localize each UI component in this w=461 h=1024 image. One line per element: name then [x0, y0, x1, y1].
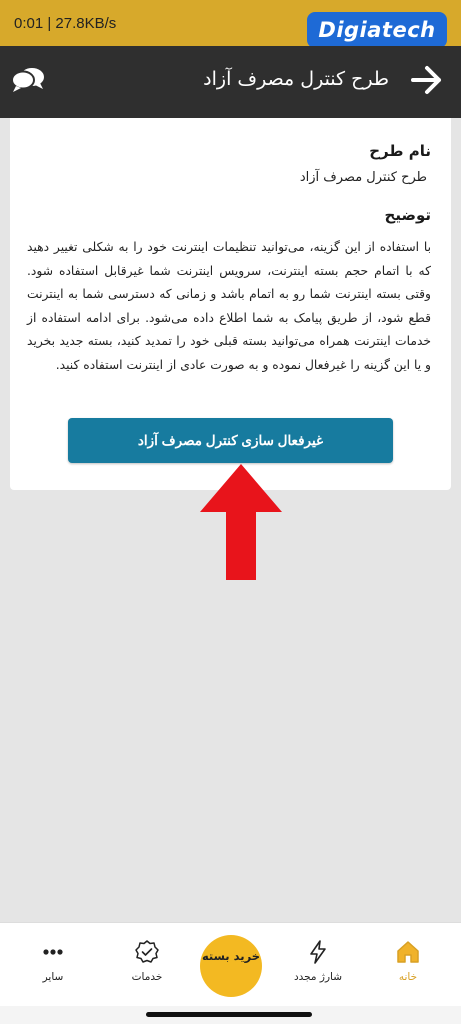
plan-name-value: طرح کنترل مصرف آزاد [299, 170, 427, 185]
lightning-icon [310, 940, 326, 964]
chat-bubbles-icon[interactable] [10, 64, 46, 96]
plan-name-label: نام طرح [369, 142, 431, 160]
home-icon [397, 941, 419, 963]
description-label: توضیح [384, 206, 431, 224]
nav-label-services: خدمات [131, 971, 163, 983]
nav-item-recharge[interactable]: شارژ مجدد [278, 939, 358, 983]
nav-item-services[interactable]: خدمات [107, 939, 187, 983]
buy-package-button[interactable]: خرید بسته [200, 935, 262, 997]
badge-check-icon [135, 940, 159, 963]
back-arrow-icon[interactable] [407, 60, 447, 100]
plan-card: نام طرح طرح کنترل مصرف آزاد توضیح با است… [10, 118, 451, 490]
bottom-navigation: خانه شارژ مجدد خرید بسته خدمات سایر [0, 922, 461, 1006]
red-annotation-arrow [200, 464, 282, 580]
status-time-speed: 0:01 | 27.8KB/s [14, 15, 117, 32]
nav-item-more[interactable]: سایر [13, 939, 93, 983]
status-bar: 0:01 | 27.8KB/s Digiatech [0, 0, 461, 48]
page-title: طرح کنترل مصرف آزاد [203, 68, 389, 90]
description-text: با استفاده از این گزینه، می‌توانید تنظیم… [27, 240, 431, 372]
more-dots-icon [43, 949, 63, 955]
watermark-logo: Digiatech [307, 12, 447, 48]
nav-item-home[interactable]: خانه [368, 939, 448, 983]
app-bar: طرح کنترل مصرف آزاد [0, 46, 461, 118]
home-indicator[interactable] [146, 1012, 312, 1017]
nav-label-home: خانه [398, 971, 418, 983]
deactivate-free-control-button[interactable]: غیرفعال سازی کنترل مصرف آزاد [68, 418, 393, 463]
nav-label-more: سایر [42, 971, 64, 983]
nav-label-recharge: شارژ مجدد [293, 971, 343, 983]
